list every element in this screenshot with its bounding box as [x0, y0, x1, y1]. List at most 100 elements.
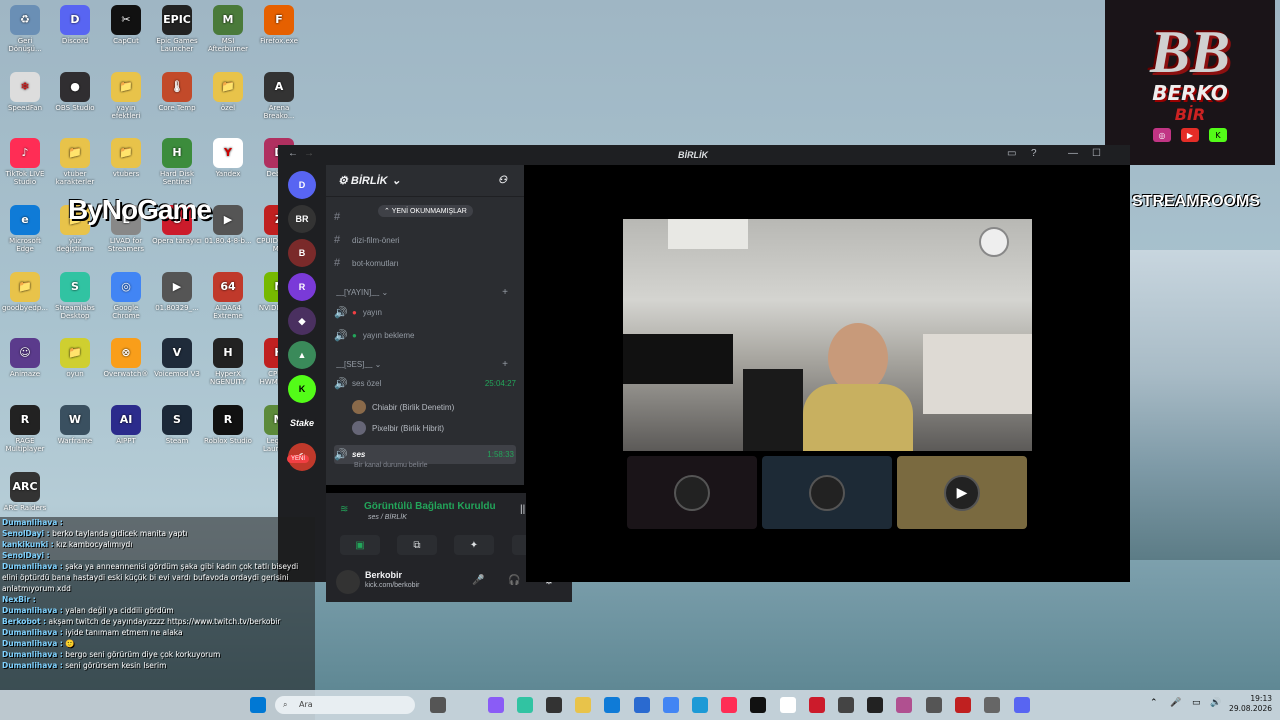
discord-taskbar-icon[interactable]	[1014, 697, 1030, 713]
title-bar[interactable]: ← → BİRLİK ▭ ? — ☐	[278, 145, 1130, 165]
desktop-icon[interactable]: H HyperX NGENUITY	[203, 338, 253, 386]
chrome-icon[interactable]	[663, 697, 679, 713]
desktop-icon[interactable]: e Microsoft Edge	[0, 205, 50, 253]
help-icon[interactable]: ?	[1031, 148, 1037, 159]
start-icon[interactable]	[250, 697, 266, 713]
inbox-icon[interactable]: ▭	[1007, 148, 1016, 159]
desktop-icon[interactable]: ◎ Google Chrome	[101, 272, 151, 320]
desktop-icon[interactable]: 📁 özel	[203, 72, 253, 112]
desktop-icon[interactable]: A Arena Breako...	[254, 72, 304, 120]
avatar[interactable]	[336, 570, 360, 594]
desktop-icon[interactable]: 📁 oyun	[50, 338, 100, 378]
desktop-icon[interactable]: S Steam	[152, 405, 202, 445]
category-yayin[interactable]: ﹏[YAYIN]﹏ ⌄ +	[336, 287, 508, 298]
webcam-video[interactable]	[623, 219, 1032, 451]
add-member-icon[interactable]: ⚇	[498, 175, 507, 186]
back-arrow-icon[interactable]: ←	[288, 148, 298, 159]
app-icon[interactable]	[838, 697, 854, 713]
stake-server-icon[interactable]: Stake	[288, 409, 316, 437]
app-icon[interactable]	[546, 697, 562, 713]
desktop-icon[interactable]: ▶ 01.80329_...	[152, 272, 202, 312]
minimize-button[interactable]: —	[1068, 148, 1078, 159]
tiktok-icon[interactable]	[750, 697, 766, 713]
desktop-icon[interactable]: 64 AIDA64 Extreme	[203, 272, 253, 320]
server-icon[interactable]: BR	[288, 205, 316, 233]
desktop-icon[interactable]: EPIC Epic Games Launcher	[152, 5, 202, 53]
server-icon[interactable]: R	[288, 273, 316, 301]
volume-icon[interactable]: 🔊	[1210, 698, 1221, 708]
streamlabs-icon[interactable]	[517, 697, 533, 713]
desktop-icon[interactable]: 📁 vtubers	[101, 138, 151, 178]
channel-item[interactable]: #	[334, 211, 516, 223]
chevron-up-icon[interactable]: ⌃	[1150, 698, 1158, 708]
voice-channel-item[interactable]: 🔊 ses özel 25:04:27	[334, 377, 516, 390]
app-icon[interactable]	[955, 697, 971, 713]
channel-item[interactable]: # dizi-film-öneri	[334, 234, 516, 246]
desktop-icon[interactable]: M MSI Afterburner	[203, 5, 253, 53]
desktop-icon[interactable]: ARC ARC Raiders	[0, 472, 50, 512]
guild-header[interactable]: ⚙ BİRLİK ⌄ ⚇	[326, 165, 524, 197]
desktop-icon[interactable]: S Streamlabs Desktop	[50, 272, 100, 320]
desktop-icon[interactable]: V Voicemod V3	[152, 338, 202, 378]
opera-icon[interactable]	[809, 697, 825, 713]
desktop-icon[interactable]: Y Yandex	[203, 138, 253, 178]
desktop-icon[interactable]: W Warframe	[50, 405, 100, 445]
server-icon[interactable]: B	[288, 239, 316, 267]
participant-tile[interactable]	[762, 456, 892, 529]
system-clock[interactable]: 19:13 29.08.2026	[1226, 694, 1272, 714]
epic-games-icon[interactable]	[867, 697, 883, 713]
microphone-tray-icon[interactable]: 🎤	[1170, 698, 1181, 708]
desktop-icon[interactable]: 🌡 Core Temp	[152, 72, 202, 112]
server-icon[interactable]: ▲	[288, 341, 316, 369]
desktop-icon[interactable]: ✂ CapCut	[101, 5, 151, 45]
voice-user[interactable]: Pixelbir (Birlik Hibrit)	[352, 421, 444, 435]
screen-share-button[interactable]: ⧉	[397, 535, 437, 555]
headphones-icon[interactable]: 🎧	[508, 575, 520, 586]
app-icon[interactable]	[896, 697, 912, 713]
desktop-icon[interactable]: D Discord	[50, 5, 100, 45]
forward-arrow-icon[interactable]: →	[304, 148, 314, 159]
task-view-icon[interactable]	[430, 697, 446, 713]
voice-channel-item[interactable]: 🔊 ● yayın bekleme	[334, 329, 516, 342]
app-icon[interactable]	[926, 697, 942, 713]
desktop-icon[interactable]: 📁 yayın efektleri	[101, 72, 151, 120]
microphone-icon[interactable]: 🎤	[472, 575, 484, 586]
add-channel-icon[interactable]: +	[502, 359, 508, 370]
channel-item[interactable]: # bot-komutları	[334, 257, 516, 269]
desktop-icon[interactable]: H Hard Disk Sentinel	[152, 138, 202, 186]
file-explorer-icon[interactable]	[575, 697, 591, 713]
app-icon[interactable]	[692, 697, 708, 713]
desktop-icon[interactable]: ● OBS Studio	[50, 72, 100, 112]
participant-tile[interactable]	[627, 456, 757, 529]
channel-status[interactable]: Bir kanal durumu belirle	[354, 462, 428, 469]
kick-server-icon[interactable]: K	[288, 375, 316, 403]
desktop-icon[interactable]: R RAGE Multiplayer	[0, 405, 50, 453]
desktop-icon[interactable]: ⊗ Overwatch®	[101, 338, 151, 378]
desktop-icon[interactable]: ♻ Geri Dönüşü...	[0, 5, 50, 53]
maximize-button[interactable]: ☐	[1092, 148, 1101, 159]
camera-button[interactable]: ▣	[340, 535, 380, 555]
desktop-icon[interactable]: ♪ TikTok LIVE Studio	[0, 138, 50, 186]
desktop-icon[interactable]: ☺ Animaze	[0, 338, 50, 378]
outlook-icon[interactable]	[634, 697, 650, 713]
voice-channel-item[interactable]: 🔊 ● yayın	[334, 306, 516, 319]
desktop-icon[interactable]: F Firefox.exe	[254, 5, 304, 45]
desktop-icon[interactable]: R Roblox Studio	[203, 405, 253, 445]
desktop-icon[interactable]: 📁 vtuber karakterler	[50, 138, 100, 186]
app-icon[interactable]	[984, 697, 1000, 713]
signal-icon[interactable]: ≋	[340, 504, 348, 515]
discord-home-icon[interactable]: D	[288, 171, 316, 199]
voice-user[interactable]: Chiabir (Birlik Denetim)	[352, 400, 454, 414]
yandex-icon[interactable]	[780, 697, 796, 713]
add-channel-icon[interactable]: +	[502, 287, 508, 298]
discord-window[interactable]: ← → BİRLİK ▭ ? — ☐ D BR B R ◆ ▲ K Stake …	[278, 145, 1130, 602]
activity-button[interactable]: ✦	[454, 535, 494, 555]
category-ses[interactable]: ﹏[SES]﹏ ⌄ +	[336, 359, 508, 370]
desktop-icon[interactable]: AI AIPPT	[101, 405, 151, 445]
network-icon[interactable]: ▭	[1192, 698, 1201, 708]
app-icon[interactable]	[488, 697, 504, 713]
server-icon[interactable]: ◆	[288, 307, 316, 335]
search-box[interactable]: ⌕ Ara	[275, 696, 415, 714]
voice-channel-name[interactable]: ses / BİRLİK	[368, 514, 407, 521]
tiktok-studio-icon[interactable]	[721, 697, 737, 713]
